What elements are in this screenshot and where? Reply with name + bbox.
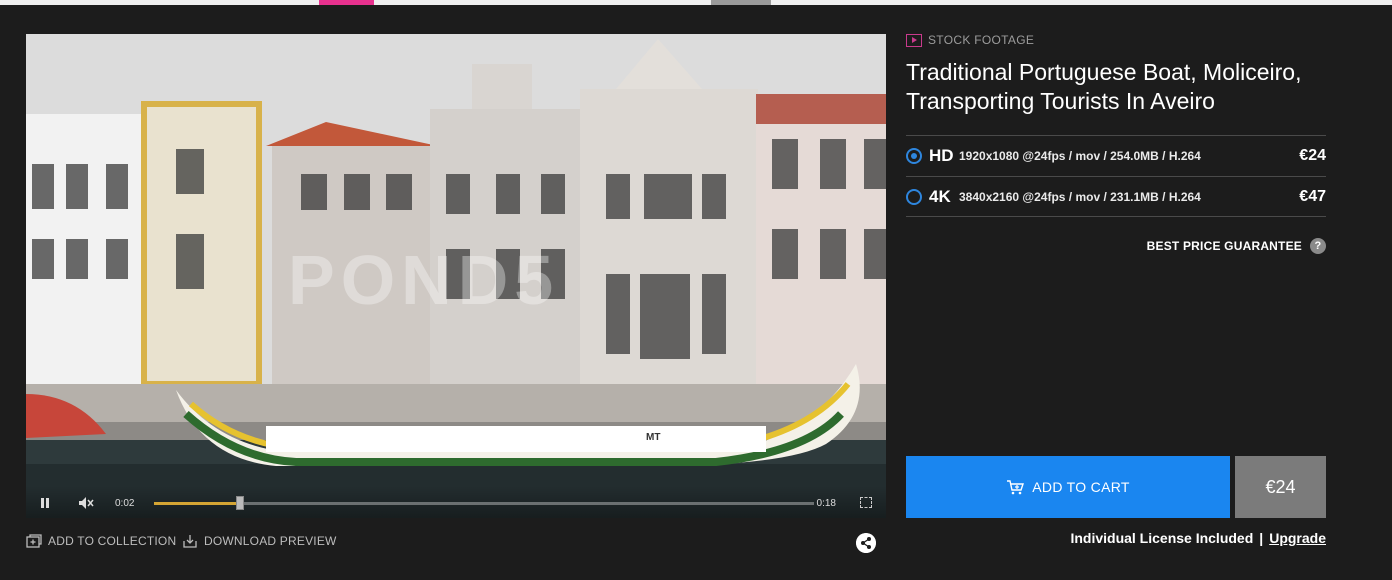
fullscreen-icon[interactable] xyxy=(860,497,872,508)
progress-handle[interactable] xyxy=(235,496,244,510)
video-progress-bar[interactable] xyxy=(154,496,814,510)
add-to-collection-label: ADD TO COLLECTION xyxy=(48,534,177,548)
spec-label: 1920x1080 @24fps / mov / 254.0MB / H.264 xyxy=(959,149,1201,163)
guarantee-label: BEST PRICE GUARANTEE xyxy=(1146,239,1302,253)
current-time: 0:02 xyxy=(115,498,135,509)
download-preview-button[interactable]: DOWNLOAD PREVIEW xyxy=(182,534,337,548)
cart-icon xyxy=(1007,479,1025,494)
share-icon[interactable] xyxy=(856,533,876,553)
price-label: €24 xyxy=(1299,147,1326,164)
resolution-options: HD 1920x1080 @24fps / mov / 254.0MB / H.… xyxy=(906,135,1326,217)
radio-4k[interactable] xyxy=(906,188,922,205)
progress-fill xyxy=(154,502,240,505)
quality-label: 4K xyxy=(929,186,951,206)
add-to-cart-button[interactable]: ADD TO CART xyxy=(906,456,1230,518)
option-4k[interactable]: 4K 3840x2160 @24fps / mov / 231.1MB / H.… xyxy=(906,176,1326,217)
svg-text:MT: MT xyxy=(646,432,660,443)
license-separator: | xyxy=(1259,530,1264,546)
spec-label: 3840x2160 @24fps / mov / 231.1MB / H.264 xyxy=(959,189,1201,204)
play-box-icon xyxy=(906,33,922,47)
top-progress-bar xyxy=(0,0,1392,5)
license-text: Individual License Included xyxy=(1070,530,1254,546)
category-text: STOCK FOOTAGE xyxy=(928,33,1035,47)
video-player[interactable]: MT POND5 0:02 0:18 xyxy=(26,34,886,518)
license-info: Individual License Included | Upgrade xyxy=(1070,530,1326,546)
pause-icon[interactable] xyxy=(40,498,50,508)
mute-icon[interactable] xyxy=(78,496,94,510)
help-icon[interactable]: ? xyxy=(1310,238,1326,254)
option-hd[interactable]: HD 1920x1080 @24fps / mov / 254.0MB / H.… xyxy=(906,135,1326,176)
best-price-guarantee: BEST PRICE GUARANTEE ? xyxy=(1147,238,1326,254)
price-label: €47 xyxy=(1299,187,1326,205)
download-preview-label: DOWNLOAD PREVIEW xyxy=(204,534,337,548)
upgrade-link[interactable]: Upgrade xyxy=(1269,530,1326,546)
category-label: STOCK FOOTAGE xyxy=(906,33,1034,47)
total-time: 0:18 xyxy=(816,498,836,509)
top-bar-gray-segment xyxy=(711,0,771,5)
add-collection-icon xyxy=(26,534,42,548)
page-title: Traditional Portuguese Boat, Moliceiro, … xyxy=(906,59,1302,114)
radio-hd[interactable] xyxy=(906,148,922,164)
cart-price-button[interactable]: €24 xyxy=(1235,456,1326,518)
download-icon xyxy=(183,535,197,548)
add-to-collection-button[interactable]: ADD TO COLLECTION xyxy=(26,534,176,548)
add-to-cart-label: ADD TO CART xyxy=(1032,479,1130,495)
svg-text:POND5: POND5 xyxy=(288,241,559,319)
video-controls: 0:02 0:18 xyxy=(26,486,886,518)
quality-label: HD xyxy=(929,146,954,165)
video-frame: MT POND5 xyxy=(26,34,886,518)
top-bar-accent-segment xyxy=(319,0,374,5)
